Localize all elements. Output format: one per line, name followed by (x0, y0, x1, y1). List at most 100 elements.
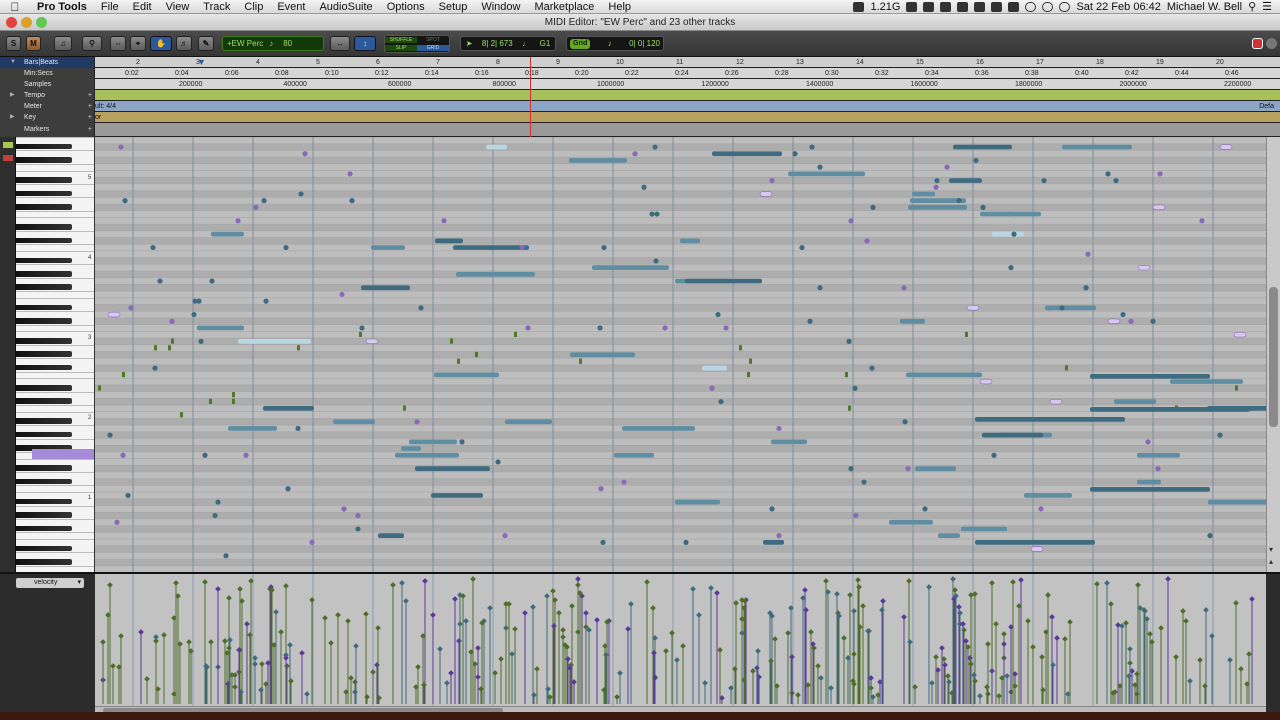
velocity-handle[interactable] (984, 684, 990, 690)
midi-note[interactable] (788, 171, 865, 177)
midi-note[interactable] (157, 278, 163, 284)
midi-note[interactable] (154, 345, 157, 351)
mute-button[interactable]: M (26, 36, 41, 51)
velocity-handle[interactable] (100, 639, 106, 645)
velocity-handle[interactable] (603, 652, 609, 658)
midi-note[interactable] (285, 486, 291, 492)
midi-note[interactable] (979, 378, 993, 385)
midi-note[interactable] (869, 365, 875, 371)
midi-note[interactable] (1045, 305, 1096, 311)
midi-note[interactable] (680, 238, 700, 244)
midi-note[interactable] (212, 512, 218, 519)
tempo-ruler[interactable]: ▶ Tempo + (0, 90, 1280, 101)
midi-note[interactable] (685, 278, 762, 284)
velocity-handle[interactable] (971, 672, 977, 678)
midi-note[interactable] (355, 526, 361, 532)
velocity-handle[interactable] (273, 609, 279, 615)
velocity-handle[interactable] (625, 626, 631, 632)
midi-note[interactable] (519, 244, 525, 251)
velocity-handle[interactable] (352, 689, 358, 695)
velocity-handle[interactable] (352, 679, 358, 685)
velocity-handle[interactable] (879, 607, 885, 613)
black-key[interactable] (16, 271, 72, 277)
velocity-handle[interactable] (815, 663, 821, 669)
midi-note[interactable] (956, 198, 962, 204)
midi-note[interactable] (1083, 285, 1089, 291)
velocity-handle[interactable] (1246, 651, 1252, 657)
midi-note[interactable] (1024, 493, 1072, 498)
velocity-handle[interactable] (651, 650, 657, 656)
midi-note[interactable] (495, 459, 501, 465)
velocity-handle[interactable] (1001, 631, 1007, 637)
menu-window[interactable]: Window (474, 1, 527, 13)
midi-note[interactable] (339, 291, 345, 298)
track-selector[interactable]: +EW Perc ♪ 80 (222, 36, 324, 51)
midi-note[interactable] (122, 372, 125, 378)
velocity-handle[interactable] (153, 638, 159, 644)
bluetooth-icon[interactable] (1042, 1, 1054, 12)
midi-note[interactable] (961, 526, 1007, 532)
midi-note[interactable] (792, 151, 798, 157)
midi-note[interactable] (253, 204, 259, 210)
velocity-handle[interactable] (933, 654, 939, 660)
menu-help[interactable]: Help (601, 1, 638, 13)
black-key[interactable] (16, 512, 72, 518)
velocity-handle[interactable] (444, 680, 450, 686)
velocity-canvas[interactable] (95, 574, 1266, 706)
midi-note[interactable] (922, 506, 928, 512)
velocity-handle[interactable] (851, 651, 857, 657)
velocity-handle[interactable] (110, 663, 116, 669)
velocity-handle[interactable] (364, 694, 370, 700)
velocity-handle[interactable] (1119, 623, 1125, 629)
briefcase-icon[interactable] (1008, 1, 1020, 12)
memory-icon[interactable] (853, 1, 865, 12)
notification-list-icon[interactable]: ☰ (1262, 0, 1272, 13)
velocity-handle[interactable] (1173, 654, 1179, 660)
black-key[interactable] (16, 498, 72, 505)
midi-note[interactable] (965, 331, 968, 337)
midi-note[interactable] (457, 358, 460, 364)
velocity-handle[interactable] (957, 610, 963, 616)
velocity-handle[interactable] (534, 666, 540, 672)
midi-note[interactable] (1107, 318, 1121, 324)
midi-note[interactable] (654, 211, 660, 217)
velocity-grid[interactable] (95, 574, 1266, 706)
midi-note[interactable] (675, 499, 720, 505)
velocity-handle[interactable] (560, 634, 566, 640)
midi-note[interactable] (232, 398, 235, 404)
velocity-handle[interactable] (463, 618, 469, 624)
midi-note[interactable] (505, 419, 552, 425)
velocity-handle[interactable] (1025, 618, 1031, 624)
midi-note[interactable] (712, 151, 782, 157)
velocity-handle[interactable] (802, 587, 808, 593)
dropbox-icon[interactable] (974, 1, 986, 12)
midi-note[interactable] (809, 144, 815, 150)
midi-note[interactable] (414, 419, 420, 425)
velocity-handle[interactable] (985, 641, 991, 647)
velocity-handle[interactable] (287, 642, 293, 648)
black-key[interactable] (16, 204, 72, 210)
velocity-handle[interactable] (186, 639, 192, 645)
velocity-handle[interactable] (996, 693, 1002, 699)
velocity-handle[interactable] (617, 670, 623, 676)
wifi-icon[interactable] (1059, 1, 1071, 12)
midi-note[interactable] (168, 345, 171, 351)
velocity-handle[interactable] (977, 693, 983, 699)
velocity-handle[interactable] (437, 646, 443, 652)
midi-note[interactable] (759, 191, 773, 197)
velocity-handle[interactable] (993, 621, 999, 627)
velocity-handle[interactable] (1004, 673, 1010, 679)
pencil-tool-icon[interactable]: ✎ (198, 36, 214, 51)
black-key[interactable] (16, 465, 72, 471)
midi-note[interactable] (232, 392, 235, 398)
midi-note[interactable] (302, 151, 308, 157)
black-key[interactable] (16, 351, 72, 358)
midi-note[interactable] (622, 426, 695, 431)
velocity-handle[interactable] (288, 678, 294, 684)
velocity-handle[interactable] (674, 657, 680, 663)
menu-file[interactable]: File (94, 1, 126, 13)
velocity-handle[interactable] (1158, 625, 1164, 631)
velocity-handle[interactable] (1050, 662, 1056, 668)
velocity-handle[interactable] (565, 656, 571, 662)
velocity-handle[interactable] (237, 586, 243, 592)
